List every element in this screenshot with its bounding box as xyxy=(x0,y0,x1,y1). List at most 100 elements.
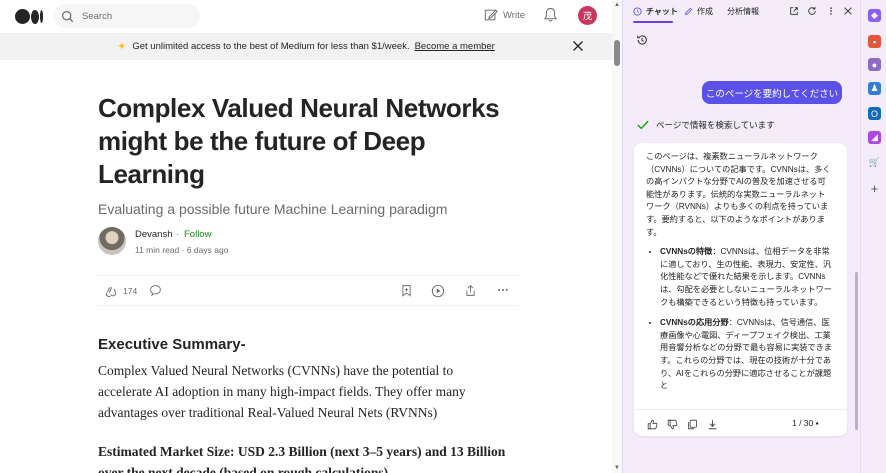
published-date: 6 days ago xyxy=(186,245,229,255)
tab-chat[interactable]: チャット xyxy=(633,6,678,17)
tab-label: 作成 xyxy=(697,7,713,16)
drop-icon[interactable]: ◢ xyxy=(868,131,881,144)
tag-icon[interactable]: ◆ xyxy=(868,9,881,22)
article-title: Complex Valued Neural Networks might be … xyxy=(98,93,500,189)
download-icon xyxy=(708,420,717,430)
like-button[interactable] xyxy=(647,417,658,435)
clap-count: 174 xyxy=(123,286,138,296)
scroll-up-arrow-icon[interactable]: ▲ xyxy=(614,2,620,8)
close-icon xyxy=(844,7,852,15)
author-avatar[interactable] xyxy=(98,227,126,255)
refresh-button[interactable] xyxy=(807,6,817,16)
bullet-title: CVNNsの特徴 xyxy=(660,247,713,257)
page-scrollbar[interactable]: ▲ ▼ xyxy=(612,0,622,473)
shopping-bag-icon[interactable]: ▪ xyxy=(868,35,881,48)
section-heading: Executive Summary- xyxy=(98,336,246,353)
answer-footer: 1 / 30 ▪ xyxy=(634,409,847,436)
become-member-link[interactable]: Become a member xyxy=(415,41,495,52)
write-button[interactable]: Write xyxy=(484,8,525,22)
close-icon xyxy=(573,41,583,51)
search-icon xyxy=(62,10,74,22)
copilot-tabs: チャット 作成 分析情報 xyxy=(623,0,861,24)
cart-icon[interactable]: 🛒 xyxy=(868,156,881,169)
thumbs-down-icon xyxy=(667,419,678,430)
dislike-button[interactable] xyxy=(667,417,678,435)
copy-icon xyxy=(688,419,697,430)
bullet-text: ：CVNNsは、信号通信、医療画像や心電図、ディープフェイク検出、工業用音響分析… xyxy=(660,318,832,391)
status-text: ページで情報を検索しています xyxy=(656,120,775,130)
page-counter: 1 / 30 ▪ xyxy=(792,418,819,428)
user-message: このページを要約してください xyxy=(702,81,842,104)
outlook-icon[interactable]: O xyxy=(868,107,881,120)
thumbs-up-icon xyxy=(647,419,658,430)
panel-close-button[interactable] xyxy=(843,6,853,16)
share-button[interactable] xyxy=(464,284,477,297)
more-button[interactable] xyxy=(497,284,509,296)
article-paragraph-bold: Estimated Market Size: USD 2.3 Billion (… xyxy=(98,444,506,473)
write-label: Write xyxy=(503,9,525,21)
listen-button[interactable] xyxy=(431,284,445,298)
clap-icon xyxy=(105,286,116,298)
comment-button[interactable] xyxy=(149,284,162,297)
chess-icon[interactable]: ♟ xyxy=(868,82,881,95)
open-in-new-button[interactable] xyxy=(789,6,799,16)
author-block: Devansh · Follow 11 min read · 6 days ag… xyxy=(98,227,518,257)
more-vertical-icon xyxy=(830,7,832,15)
follow-button[interactable]: Follow xyxy=(184,229,211,240)
more-options-button[interactable] xyxy=(826,6,836,16)
top-nav: Write 茂 xyxy=(0,0,612,32)
page-counter-text: 1 / 30 xyxy=(792,418,814,428)
notifications-button[interactable] xyxy=(543,7,558,28)
answer-intro: このページは、複素数ニューラルネットワーク（CVNNs）についての記事です。CV… xyxy=(646,152,831,237)
user-avatar[interactable]: 茂 xyxy=(578,6,597,25)
answer-bullets: CVNNsの特徴：CVNNsは、位相データを非常に適しており、生の性能、表現力、… xyxy=(646,246,833,393)
search-box[interactable] xyxy=(53,4,200,28)
answer-card: このページは、複素数ニューラルネットワーク（CVNNs）についての記事です。CV… xyxy=(634,143,847,436)
star-icon: ✦ xyxy=(117,41,127,53)
compose-icon xyxy=(684,7,693,16)
author-name[interactable]: Devansh xyxy=(135,229,173,240)
membership-banner: ✦ Get unlimited access to the best of Me… xyxy=(0,33,612,60)
copilot-panel: チャット 作成 分析情報 このページを要約してください ページで情報を検索してい… xyxy=(622,0,860,473)
play-icon xyxy=(431,284,445,298)
tab-compose[interactable]: 作成 xyxy=(684,6,713,17)
comment-icon xyxy=(150,285,161,297)
download-button[interactable] xyxy=(707,417,718,435)
read-time: 11 min read xyxy=(135,245,180,255)
answer-bullet: CVNNsの応用分野：CVNNsは、信号通信、医療画像や心電図、ディープフェイク… xyxy=(660,317,833,393)
bullet-title: CVNNsの応用分野 xyxy=(660,318,729,328)
history-button[interactable] xyxy=(636,33,648,51)
bookmark-button[interactable] xyxy=(400,284,413,297)
tab-label: 分析情報 xyxy=(727,7,759,16)
edge-sidebar: ◆ ▪ ● ♟ O ◢ 🛒 + xyxy=(860,0,886,473)
medium-logo[interactable] xyxy=(15,9,43,24)
copy-button[interactable] xyxy=(687,417,698,435)
answer-body: このページは、複素数ニューラルネットワーク（CVNNs）についての記事です。CV… xyxy=(634,143,847,407)
tab-insights[interactable]: 分析情報 xyxy=(727,6,759,17)
share-icon xyxy=(466,284,475,296)
bell-icon xyxy=(543,7,558,22)
panel-scrollbar[interactable] xyxy=(855,272,858,430)
article-paragraph: Complex Valued Neural Networks (CVNNs) h… xyxy=(98,363,466,420)
scrollbar-thumb[interactable] xyxy=(614,40,620,66)
medium-page: Write 茂 ✦ Get unlimited access to the be… xyxy=(0,0,612,473)
search-status: ページで情報を検索しています xyxy=(637,119,775,131)
open-external-icon xyxy=(790,7,798,15)
clap-button[interactable]: 174 xyxy=(104,284,137,298)
history-icon xyxy=(637,35,647,45)
article-subtitle: Evaluating a possible future Machine Lea… xyxy=(98,201,448,217)
tab-label: チャット xyxy=(646,7,678,16)
bookmark-add-icon xyxy=(402,285,411,297)
add-icon[interactable]: + xyxy=(868,181,881,196)
checkmark-icon xyxy=(637,120,649,130)
write-icon xyxy=(484,9,498,21)
refresh-icon xyxy=(808,6,816,15)
active-tab-indicator xyxy=(633,21,673,23)
article-meta: 11 min read · 6 days ago xyxy=(135,245,228,255)
more-horizontal-icon xyxy=(498,288,508,292)
search-input[interactable] xyxy=(82,10,182,22)
people-icon[interactable]: ● xyxy=(868,58,881,71)
scroll-down-arrow-icon[interactable]: ▼ xyxy=(614,465,620,471)
banner-close-button[interactable] xyxy=(572,40,584,55)
article: Complex Valued Neural Networks might be … xyxy=(98,92,518,473)
